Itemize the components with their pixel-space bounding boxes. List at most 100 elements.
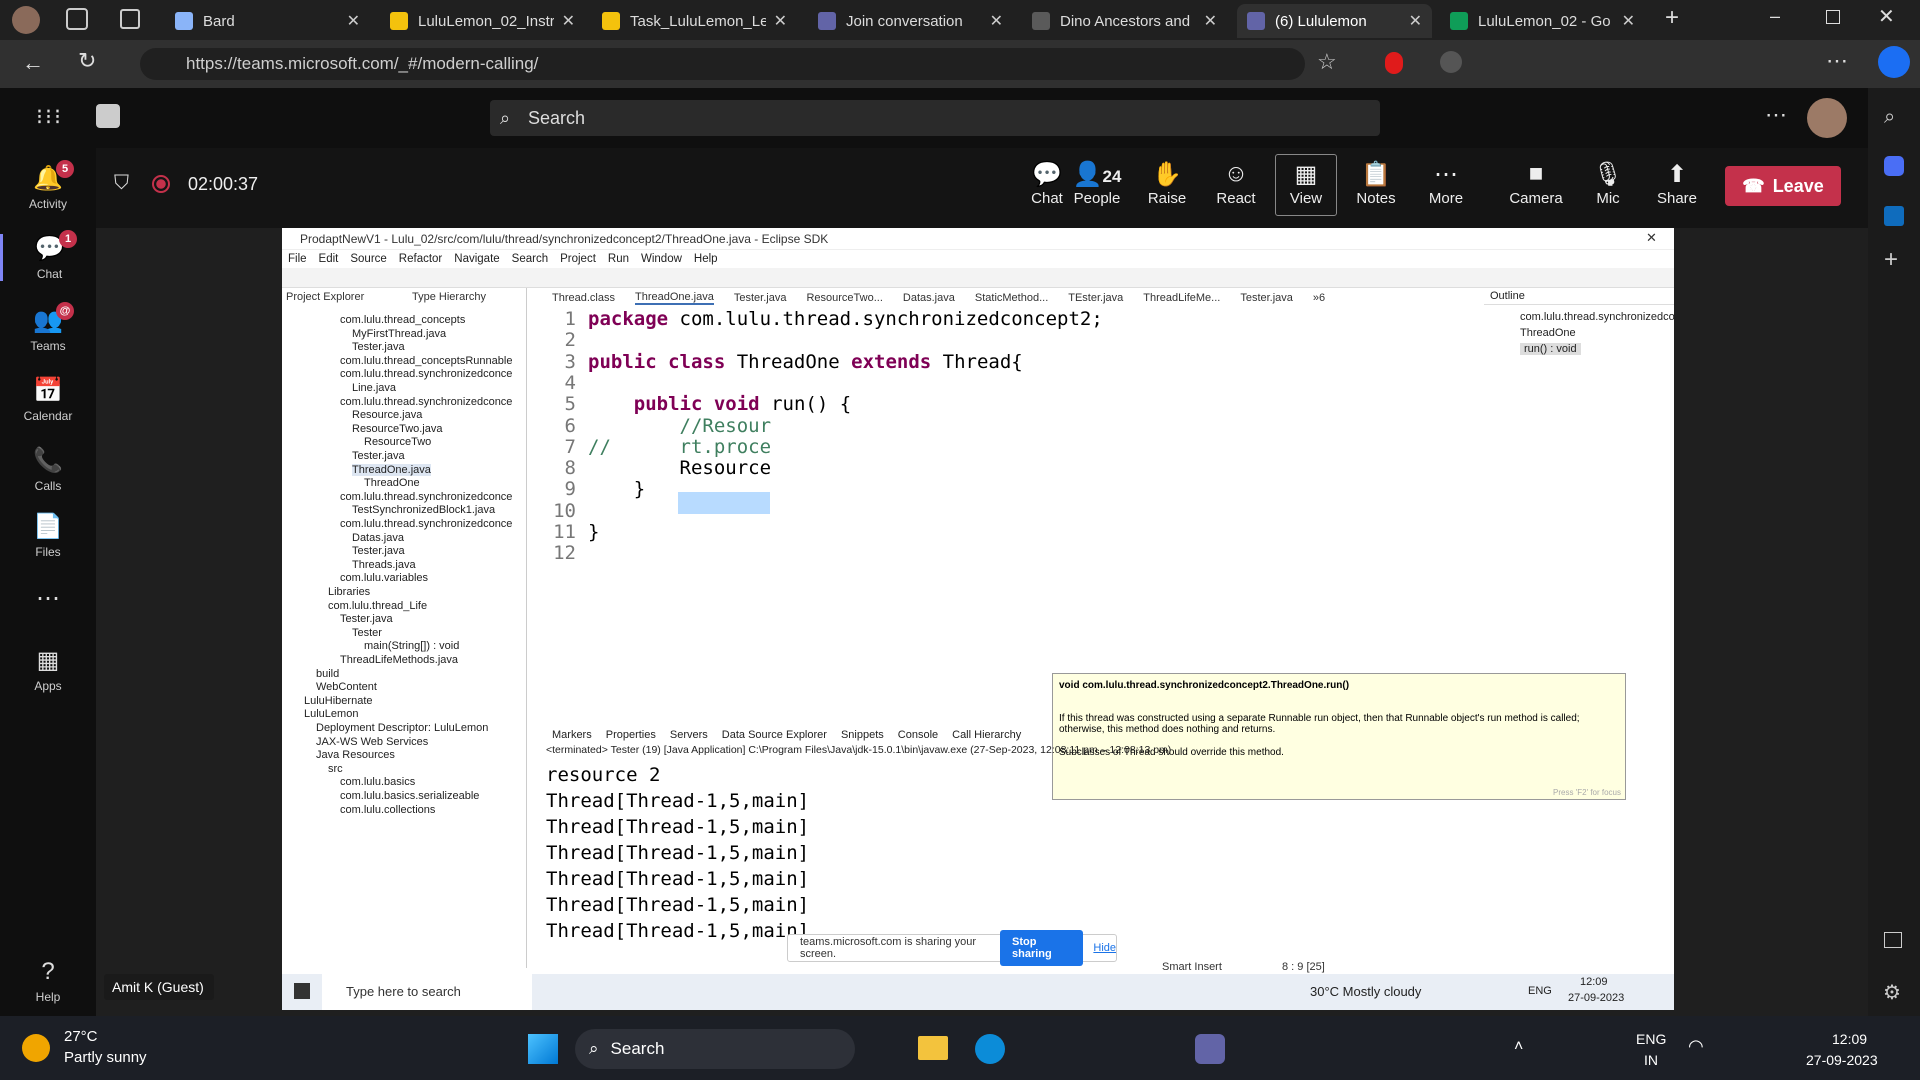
close-tab-icon[interactable]: ✕ <box>774 11 787 31</box>
eclipse-menu-item[interactable]: Refactor <box>399 253 442 265</box>
start-icon[interactable] <box>294 983 310 999</box>
eclipse-menu-item[interactable]: Help <box>694 253 718 265</box>
rail-item-calls[interactable]: 📞 Calls <box>0 446 96 493</box>
explorer-icon[interactable] <box>918 1036 948 1060</box>
tab-actions-icon[interactable] <box>120 9 140 29</box>
editor-tab[interactable]: ResourceTwo... <box>806 292 882 304</box>
tree-item[interactable]: WebContent <box>316 681 377 693</box>
code-line[interactable]: } <box>588 478 645 500</box>
tree-item[interactable]: MyFirstThread.java <box>352 328 446 340</box>
editor-tab[interactable]: »6 <box>1313 292 1325 304</box>
tree-item[interactable]: ThreadLifeMethods.java <box>340 654 458 666</box>
eclipse-menu-item[interactable]: Search <box>512 253 548 265</box>
tree-item[interactable]: com.lulu.variables <box>340 572 428 584</box>
sidebar-layout-icon[interactable] <box>1884 932 1902 948</box>
tree-item[interactable]: com.lulu.basics.serializeable <box>340 790 479 802</box>
close-tab-icon[interactable]: ✕ <box>1622 11 1635 31</box>
user-avatar[interactable] <box>1807 98 1847 138</box>
control-share[interactable]: ⬆ Share <box>1643 160 1711 207</box>
rail-item-apps[interactable]: ▦ Apps <box>0 646 96 693</box>
code-line[interactable]: public void run() { <box>588 393 851 415</box>
console-tab[interactable]: Markers <box>552 729 592 741</box>
hide-share-notice[interactable]: Hide <box>1093 942 1116 954</box>
tree-item[interactable]: com.lulu.thread_concepts <box>340 314 465 326</box>
control-mic[interactable]: 🎙 Mic <box>1574 160 1642 207</box>
code-line[interactable]: } <box>588 521 599 543</box>
tree-item[interactable]: ResourceTwo <box>364 436 431 448</box>
tree-item[interactable]: TestSynchronizedBlock1.java <box>352 504 495 516</box>
taskbar-search[interactable]: ⌕ Search <box>575 1029 855 1069</box>
workspaces-icon[interactable] <box>66 8 88 30</box>
console-tab[interactable]: Snippets <box>841 729 884 741</box>
code-line[interactable]: // rt.proce <box>588 436 771 458</box>
close-window-button[interactable]: ✕ <box>1878 4 1895 29</box>
url-field[interactable]: https://teams.microsoft.com/_#/modern-ca… <box>140 48 1305 80</box>
more-browser-icon[interactable]: ⋯ <box>1826 48 1848 74</box>
browser-tab[interactable]: Join conversation ✕ <box>808 4 1013 38</box>
back-arrow-icon[interactable]: ← <box>22 50 44 76</box>
teams-search-input[interactable]: ⌕ Search <box>490 100 1380 136</box>
close-tab-icon[interactable]: ✕ <box>990 11 1003 31</box>
clock-time[interactable]: 12:09 <box>1832 1031 1867 1047</box>
tree-item[interactable]: Tester.java <box>352 341 405 353</box>
tree-item[interactable]: Tester.java <box>340 613 393 625</box>
console-tab[interactable]: Properties <box>606 729 656 741</box>
console-tab[interactable]: Console <box>898 729 938 741</box>
tree-item[interactable]: com.lulu.thread.synchronizedconce <box>340 518 512 530</box>
outline-method[interactable]: run() : void <box>1520 343 1581 355</box>
edge-icon[interactable] <box>975 1034 1005 1064</box>
browser-tab[interactable]: Dino Ancestors and ✕ <box>1022 4 1227 38</box>
editor-tab[interactable]: ThreadOne.java <box>634 291 714 305</box>
rail-item-files[interactable]: 📄 Files <box>0 512 96 559</box>
teams-taskbar-icon[interactable] <box>1195 1034 1225 1064</box>
tree-item[interactable]: Deployment Descriptor: LuluLemon <box>316 722 488 734</box>
stop-sharing-button[interactable]: Stop sharing <box>1000 930 1084 966</box>
code-line[interactable]: Resource <box>588 457 772 479</box>
tree-item[interactable]: Libraries <box>328 586 370 598</box>
shared-search-box[interactable]: Type here to search <box>322 974 532 1010</box>
outline-package[interactable]: com.lulu.thread.synchronizedco <box>1484 305 1675 323</box>
rail-item-help[interactable]: ? Help <box>0 958 96 1004</box>
lang-line2[interactable]: IN <box>1644 1052 1658 1068</box>
restore-button[interactable] <box>1826 10 1840 24</box>
editor-tab[interactable]: TEster.java <box>1068 292 1123 304</box>
rail-item-teams[interactable]: 👥 Teams @ <box>0 302 96 353</box>
eclipse-menu-item[interactable]: Navigate <box>454 253 499 265</box>
leave-button[interactable]: ☎ Leave <box>1725 166 1841 206</box>
editor-tab[interactable]: Datas.java <box>903 292 955 304</box>
tree-item[interactable]: Tester <box>352 627 382 639</box>
editor-tab[interactable]: Tester.java <box>734 292 787 304</box>
close-tab-icon[interactable]: ✕ <box>562 11 575 31</box>
browser-tab[interactable]: LuluLemon_02_Instr ✕ <box>380 4 585 38</box>
control-more[interactable]: ⋯ More <box>1412 160 1480 207</box>
control-camera[interactable]: ■ Camera <box>1502 160 1570 207</box>
tree-item[interactable]: main(String[]) : void <box>364 640 459 652</box>
outlook-sidebar-icon[interactable] <box>1884 206 1904 226</box>
tree-item[interactable]: Threads.java <box>352 559 416 571</box>
tree-item[interactable]: Tester.java <box>352 545 405 557</box>
close-tab-icon[interactable]: ✕ <box>1409 11 1422 31</box>
console-tab[interactable]: Servers <box>670 729 708 741</box>
browser-tab[interactable]: (6) Lululemon ✕ <box>1237 4 1432 38</box>
tree-item[interactable]: LuluLemon <box>304 708 358 720</box>
close-tab-icon[interactable]: ✕ <box>1204 11 1217 31</box>
eclipse-menu-item[interactable]: Run <box>608 253 629 265</box>
tree-item[interactable]: Resource.java <box>352 409 422 421</box>
rail-item-chat[interactable]: 💬 Chat 1 <box>0 230 96 281</box>
tree-item[interactable]: com.lulu.thread_Life <box>328 600 427 612</box>
copilot-sidebar-icon[interactable] <box>1884 156 1904 176</box>
profile-avatar[interactable] <box>12 6 40 34</box>
clock-date[interactable]: 27-09-2023 <box>1806 1052 1878 1068</box>
star-icon[interactable]: ☆ <box>1317 49 1337 75</box>
tree-item[interactable]: com.lulu.thread.synchronizedconce <box>340 368 512 380</box>
tab-outline[interactable]: Outline <box>1484 288 1674 305</box>
refresh-icon[interactable]: ↻ <box>78 48 96 74</box>
eclipse-menu-item[interactable]: Source <box>350 253 386 265</box>
grammarly-icon[interactable] <box>1440 51 1462 73</box>
editor-tab[interactable]: StaticMethod... <box>975 292 1048 304</box>
outline-class[interactable]: ThreadOne <box>1484 323 1674 339</box>
editor-tab[interactable]: Tester.java <box>1240 292 1293 304</box>
tree-item[interactable]: LuluHibernate <box>304 695 373 707</box>
sidebar-settings-icon[interactable]: ⚙ <box>1883 980 1901 1005</box>
editor-tab[interactable]: ThreadLifeMe... <box>1143 292 1220 304</box>
